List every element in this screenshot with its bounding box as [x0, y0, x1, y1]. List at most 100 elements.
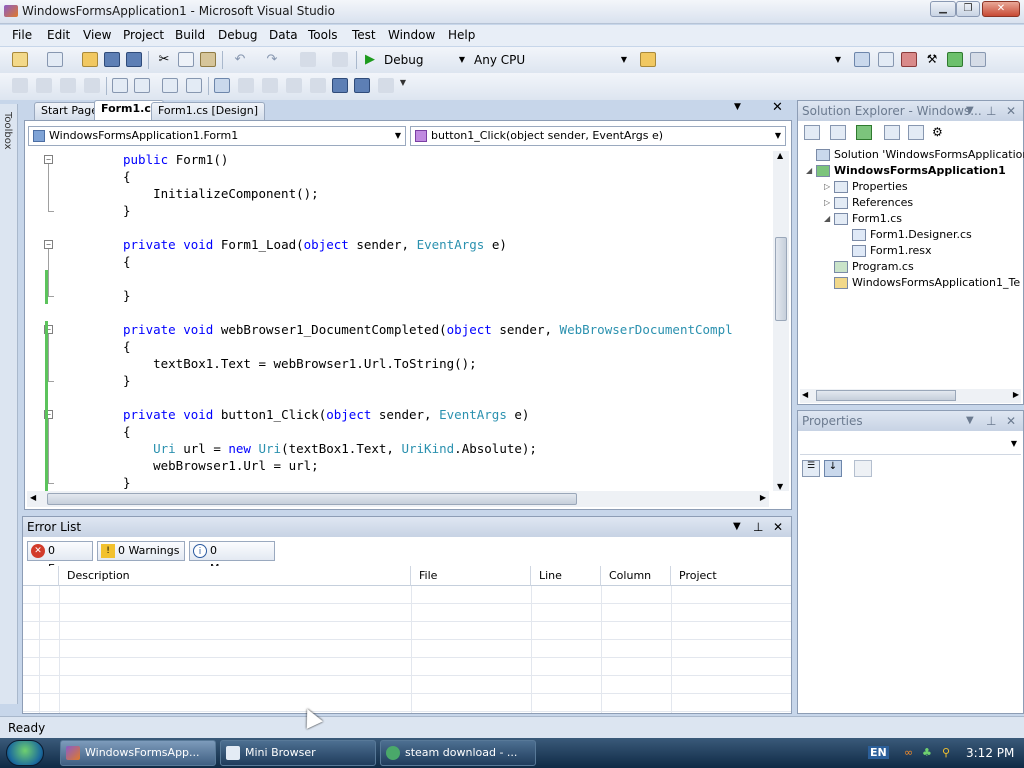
object-browser-icon[interactable]	[901, 52, 917, 67]
expand-toggle-icon[interactable]: ▷	[824, 179, 834, 195]
menu-test[interactable]: Test	[352, 28, 376, 42]
categorized-icon[interactable]: ☰	[802, 460, 820, 477]
code-line[interactable]: private void Form1_Load(object sender, E…	[123, 236, 507, 253]
expand-toggle-icon[interactable]: ◢	[824, 211, 834, 227]
next-bookmark-icon[interactable]	[262, 78, 278, 93]
minimize-button[interactable]: ▁	[930, 1, 956, 17]
new-project-icon[interactable]	[12, 52, 28, 67]
save-icon[interactable]	[104, 52, 120, 67]
messages-filter-button[interactable]: i 0 Messages	[189, 541, 275, 575]
previous-bookmark-folder-icon[interactable]	[286, 78, 302, 93]
column-header-blank[interactable]	[23, 566, 59, 586]
close-panel-icon[interactable]: ✕	[1006, 101, 1016, 121]
vertical-scroll-thumb[interactable]	[775, 237, 787, 321]
scroll-up-icon[interactable]: ▲	[777, 151, 783, 160]
properties-window-icon[interactable]	[878, 52, 894, 67]
scroll-right-icon[interactable]: ▶	[1013, 390, 1019, 399]
taskbar-item-mini-browser[interactable]: Mini Browser	[220, 740, 376, 766]
code-line[interactable]: {	[123, 168, 131, 185]
tree-item[interactable]: Form1.Designer.cs	[842, 227, 972, 243]
open-folder-icon[interactable]	[82, 52, 98, 67]
align-centers-icon[interactable]	[36, 78, 52, 93]
code-line[interactable]: }	[123, 202, 131, 219]
tree-item[interactable]: ▷ References	[824, 195, 913, 211]
menu-build[interactable]: Build	[175, 28, 205, 42]
menu-debug[interactable]: Debug	[218, 28, 257, 42]
code-line[interactable]: }	[123, 287, 131, 304]
column-header-description[interactable]: Description	[59, 566, 411, 586]
paste-icon[interactable]	[200, 52, 216, 67]
errors-filter-button[interactable]: ✕ 0 Errors	[27, 541, 93, 575]
increase-indent-icon[interactable]	[134, 78, 150, 93]
maximize-button[interactable]: ❐	[956, 1, 980, 17]
configuration-combo[interactable]: Debug ▼	[380, 51, 468, 69]
code-line[interactable]: textBox1.Text = webBrowser1.Url.ToString…	[123, 355, 477, 372]
toolbar-options-icon[interactable]: ▼	[398, 78, 408, 93]
member-combo[interactable]: button1_Click(object sender, EventArgs e…	[410, 126, 786, 146]
next-bookmark-folder-icon[interactable]	[310, 78, 326, 93]
tray-search-icon[interactable]: ⚲	[942, 746, 950, 759]
code-line[interactable]: webBrowser1.Url = url;	[123, 457, 319, 474]
tray-app-icon[interactable]: ∞	[904, 746, 913, 759]
window-position-icon[interactable]: ▼	[966, 101, 974, 121]
auto-hide-pin-icon[interactable]: ⊥	[986, 101, 996, 121]
taskbar-item-visual-studio[interactable]: WindowsFormsApp...	[60, 740, 216, 766]
column-header-file[interactable]: File	[411, 566, 531, 586]
align-to-grid-icon[interactable]	[84, 78, 100, 93]
navigate-back-icon[interactable]	[300, 52, 316, 67]
window-position-icon[interactable]: ▼	[966, 411, 974, 431]
menu-tools[interactable]: Tools	[308, 28, 338, 42]
close-window-button[interactable]: ✕	[982, 1, 1020, 17]
command-window-icon[interactable]	[970, 52, 986, 67]
cut-icon[interactable]: ✂	[156, 52, 172, 67]
solution-explorer-icon[interactable]	[854, 52, 870, 67]
class-combo[interactable]: WindowsFormsApplication1.Form1 ▼	[28, 126, 406, 146]
tree-item[interactable]: ▷ Properties	[824, 179, 908, 195]
close-panel-icon[interactable]: ✕	[773, 517, 783, 537]
expand-toggle-icon[interactable]: ◢	[806, 163, 816, 179]
code-line[interactable]: private void webBrowser1_DocumentComplet…	[123, 321, 733, 338]
tab-list-icon[interactable]: ▼	[734, 102, 741, 112]
vertical-scrollbar[interactable]: ▲ ▼	[773, 151, 789, 491]
close-document-icon[interactable]: ✕	[772, 100, 783, 115]
code-line[interactable]: Uri url = new Uri(textBox1.Text, UriKind…	[123, 440, 537, 457]
toolbox-strip[interactable]: Toolbox	[0, 104, 18, 704]
code-line[interactable]: }	[123, 474, 131, 491]
undo-icon[interactable]: ↶	[232, 52, 248, 67]
menu-view[interactable]: View	[83, 28, 111, 42]
add-item-icon[interactable]	[47, 52, 63, 67]
align-rights-icon[interactable]	[60, 78, 76, 93]
scroll-right-icon[interactable]: ▶	[760, 493, 766, 502]
view-class-diagram-icon[interactable]: ⚙	[932, 125, 948, 140]
code-line[interactable]: InitializeComponent();	[123, 185, 319, 202]
close-panel-icon[interactable]: ✕	[1006, 411, 1016, 431]
column-header-column[interactable]: Column	[601, 566, 671, 586]
scroll-left-icon[interactable]: ◀	[30, 493, 36, 502]
code-area[interactable]: public Form1(){ InitializeComponent();} p…	[25, 151, 773, 491]
find-combo[interactable]: ▼	[664, 51, 844, 69]
start-page-icon[interactable]	[947, 52, 963, 67]
clear-bookmarks-icon[interactable]	[378, 78, 394, 93]
tree-item[interactable]: ◢ WindowsFormsApplication1	[806, 163, 1006, 179]
comment-icon[interactable]	[162, 78, 178, 93]
code-line[interactable]: {	[123, 423, 131, 440]
collapse-region-icon[interactable]: −	[44, 240, 53, 249]
language-indicator[interactable]: EN	[868, 746, 889, 759]
view-code-icon[interactable]	[884, 125, 900, 140]
bookmark-icon[interactable]	[214, 78, 230, 93]
menu-project[interactable]: Project	[123, 28, 164, 42]
decrease-indent-icon[interactable]	[112, 78, 128, 93]
taskbar-item-steam-download[interactable]: steam download - ...	[380, 740, 536, 766]
tab-form1-design[interactable]: Form1.cs [Design]	[151, 102, 266, 120]
redo-icon[interactable]: ↷	[264, 52, 280, 67]
clock[interactable]: 3:12 PM	[966, 746, 1014, 760]
navigate-forward-icon[interactable]	[332, 52, 348, 67]
tree-horizontal-scrollbar[interactable]: ◀ ▶	[800, 389, 1021, 403]
collapse-region-icon[interactable]: −	[44, 155, 53, 164]
auto-hide-pin-icon[interactable]: ⊥	[753, 517, 763, 537]
start-debugging-icon[interactable]: ▶	[362, 52, 378, 67]
tree-item[interactable]: Program.cs	[824, 259, 914, 275]
code-editor[interactable]: WindowsFormsApplication1.Form1 ▼ button1…	[24, 120, 792, 510]
previous-bookmark-document-icon[interactable]	[332, 78, 348, 93]
align-lefts-icon[interactable]	[12, 78, 28, 93]
